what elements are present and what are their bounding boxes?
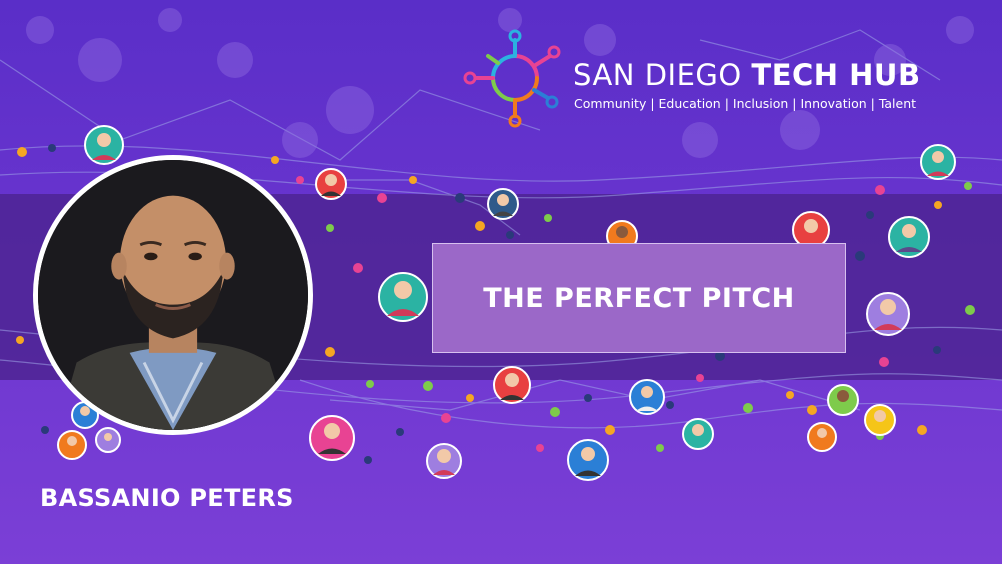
logo-title-bold: TECH HUB [751,58,921,92]
speaker-name: BASSANIO PETERS [40,484,294,512]
network-avatar-icon [95,427,121,453]
event-banner: SAN DIEGO TECH HUB Community | Education… [0,0,1002,564]
network-avatar-icon [493,366,531,404]
tech-hub-logo: SAN DIEGO TECH HUB Community | Education… [458,28,978,128]
tech-hub-logo-icon [463,29,561,128]
network-avatar-icon [807,422,837,452]
network-avatar-icon [888,216,930,258]
network-avatar-icon [629,379,665,415]
logo-title: SAN DIEGO TECH HUB [573,58,921,92]
network-avatar-icon [567,439,609,481]
network-avatar-icon [920,144,956,180]
network-avatar-icon [315,168,347,200]
network-avatar-icon [309,415,355,461]
network-avatar-icon [864,404,896,436]
logo-title-light: SAN DIEGO [573,58,752,92]
network-avatar-icon [378,272,428,322]
network-avatar-icon [57,430,87,460]
session-title-box: THE PERFECT PITCH [432,243,846,353]
session-title: THE PERFECT PITCH [483,282,795,314]
network-avatar-icon [682,418,714,450]
network-avatar-icon [84,125,124,165]
network-avatar-icon [487,188,519,220]
network-avatar-icon [426,443,462,479]
network-avatar-icon [827,384,859,416]
network-avatar-icon [866,292,910,336]
speaker-photo [33,155,313,435]
logo-tagline: Community | Education | Inclusion | Inno… [574,96,917,111]
speaker-portrait [38,160,308,430]
